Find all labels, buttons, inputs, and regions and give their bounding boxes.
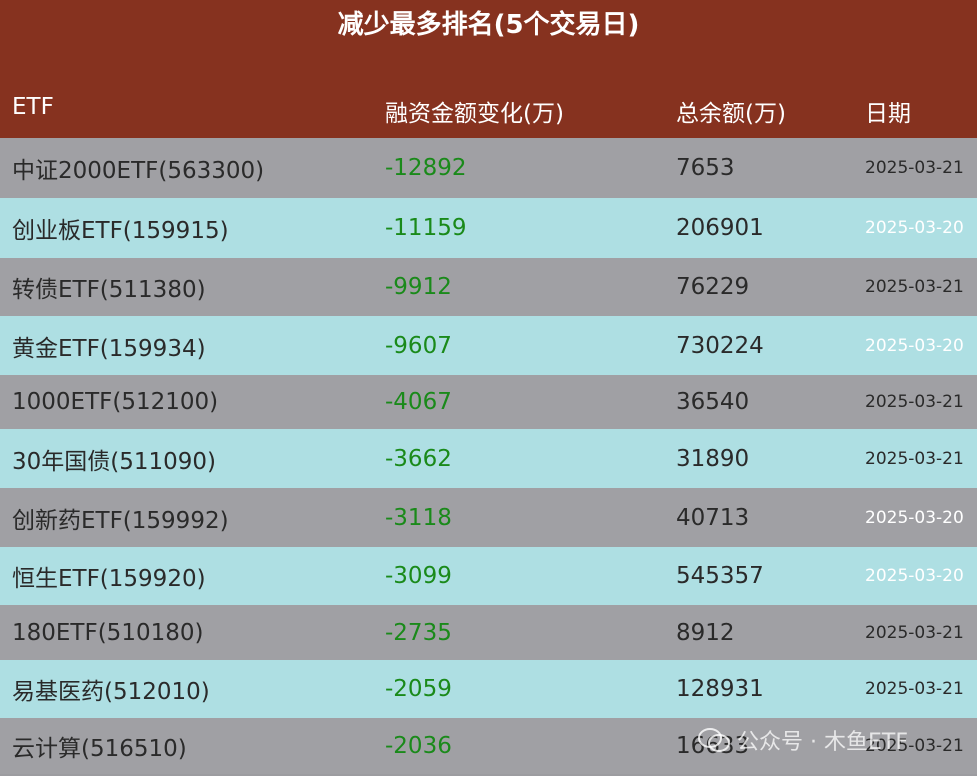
total-cell: 128931 xyxy=(676,676,764,702)
table-header: 减少最多排名(5个交易日) ETF 融资金额变化(万) 总余额(万) 日期 xyxy=(0,0,977,138)
date-cell: 2025-03-20 xyxy=(865,507,964,528)
total-cell: 36540 xyxy=(676,389,750,415)
change-cell: -9912 xyxy=(385,274,452,300)
total-cell: 8912 xyxy=(676,619,735,646)
date-cell: 2025-03-21 xyxy=(865,392,964,412)
etf-name-cell: 云计算(516510) xyxy=(12,736,187,762)
table-row: 转债ETF(511380) -9912 76229 2025-03-21 xyxy=(0,258,977,316)
etf-name-cell: 1000ETF(512100) xyxy=(12,389,219,415)
change-cell: -2036 xyxy=(385,733,452,759)
table-row: 180ETF(510180) -2735 8912 2025-03-21 xyxy=(0,605,977,660)
etf-name-cell: 中证2000ETF(563300) xyxy=(12,158,265,184)
change-cell: -9607 xyxy=(385,332,452,359)
date-cell: 2025-03-21 xyxy=(865,622,964,643)
table-row: 恒生ETF(159920) -3099 545357 2025-03-20 xyxy=(0,547,977,605)
date-cell: 2025-03-21 xyxy=(865,679,964,699)
etf-name-cell: 恒生ETF(159920) xyxy=(12,566,206,592)
etf-name-cell: 黄金ETF(159934) xyxy=(12,335,206,362)
etf-name-cell: 创业板ETF(159915) xyxy=(12,218,229,244)
watermark-text: 公众号 · 木鱼ETF xyxy=(737,730,908,755)
total-cell: 7653 xyxy=(676,155,735,181)
change-cell: -11159 xyxy=(385,215,467,241)
column-header-etf: ETF xyxy=(12,94,54,120)
change-cell: -2059 xyxy=(385,676,452,702)
wechat-icon xyxy=(698,728,730,752)
table-body: 中证2000ETF(563300) -12892 7653 2025-03-21 创业板… xyxy=(0,138,977,774)
column-header-date: 日期 xyxy=(865,101,911,127)
table-row: 30年国债(511090) -3662 31890 2025-03-21 xyxy=(0,429,977,488)
etf-name-cell: 创新药ETF(159992) xyxy=(12,507,229,534)
total-cell: 31890 xyxy=(676,445,750,472)
date-cell: 2025-03-21 xyxy=(865,448,964,469)
watermark: 公众号 · 木鱼ETF xyxy=(697,724,908,756)
table-row: 创业板ETF(159915) -11159 206901 2025-03-20 xyxy=(0,198,977,258)
table-row: 1000ETF(512100) -4067 36540 2025-03-21 xyxy=(0,375,977,429)
etf-name-cell: 转债ETF(511380) xyxy=(12,277,206,303)
total-cell: 40713 xyxy=(676,504,750,531)
etf-name-cell: 30年国债(511090) xyxy=(12,448,217,475)
change-cell: -12892 xyxy=(385,155,467,181)
table-row: 创新药ETF(159992) -3118 40713 2025-03-20 xyxy=(0,488,977,547)
table-row: 中证2000ETF(563300) -12892 7653 2025-03-21 xyxy=(0,138,977,198)
etf-name-cell: 180ETF(510180) xyxy=(12,619,204,646)
total-cell: 76229 xyxy=(676,274,750,300)
date-cell: 2025-03-20 xyxy=(865,218,964,238)
etf-name-cell: 易基医药(512010) xyxy=(12,679,210,705)
total-cell: 730224 xyxy=(676,332,764,359)
date-cell: 2025-03-20 xyxy=(865,566,964,586)
table-row: 黄金ETF(159934) -9607 730224 2025-03-20 xyxy=(0,316,977,375)
change-cell: -3118 xyxy=(385,504,452,531)
change-cell: -3662 xyxy=(385,445,452,472)
change-cell: -4067 xyxy=(385,389,452,415)
date-cell: 2025-03-21 xyxy=(865,277,964,297)
change-cell: -2735 xyxy=(385,619,452,646)
total-cell: 545357 xyxy=(676,563,764,589)
change-cell: -3099 xyxy=(385,563,452,589)
date-cell: 2025-03-21 xyxy=(865,158,964,178)
date-cell: 2025-03-20 xyxy=(865,335,964,356)
column-header-change: 融资金额变化(万) xyxy=(385,101,564,127)
table-row: 易基医药(512010) -2059 128931 2025-03-21 xyxy=(0,660,977,718)
total-cell: 206901 xyxy=(676,215,764,241)
column-header-total: 总余额(万) xyxy=(676,101,786,127)
page-title: 减少最多排名(5个交易日) xyxy=(337,10,640,40)
